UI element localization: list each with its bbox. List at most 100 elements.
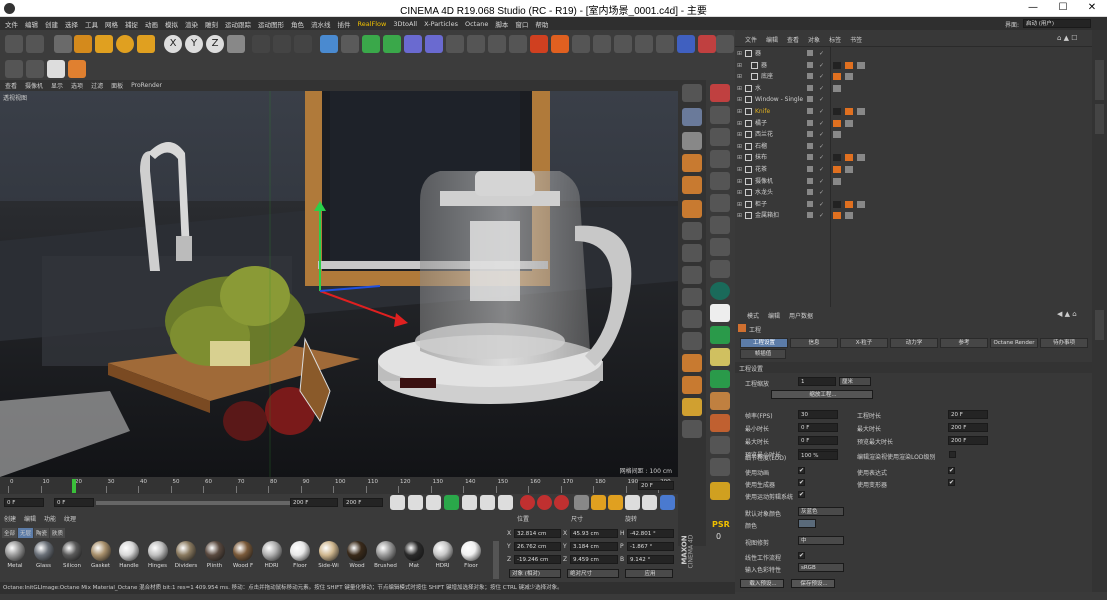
timeline-end-field[interactable]: 20 F — [638, 481, 674, 490]
menu-item[interactable]: 帮助 — [535, 19, 548, 29]
coord-rotation-field[interactable]: -42.801 ° — [627, 529, 674, 538]
enable-check-icon[interactable]: ✓ — [819, 141, 824, 152]
coord-position-field[interactable]: 32.814 cm — [514, 529, 561, 538]
go-to-start-icon[interactable] — [390, 495, 405, 510]
auto-key-icon[interactable] — [537, 495, 552, 510]
material-menu-item[interactable]: 功能 — [44, 514, 56, 523]
tool-e-icon[interactable] — [710, 194, 730, 212]
tool-f-icon[interactable] — [710, 216, 730, 234]
color-swatch[interactable] — [798, 519, 816, 528]
menu-item[interactable]: 选择 — [65, 19, 78, 29]
octane-render-icon[interactable] — [682, 84, 702, 102]
object-menu-item[interactable]: 编辑 — [766, 35, 778, 44]
object-tag-icon[interactable] — [845, 61, 853, 69]
sculpt-icon[interactable] — [682, 376, 702, 394]
project-scale-unit-select[interactable]: 厘米 — [839, 377, 871, 386]
floor-icon[interactable] — [425, 35, 443, 53]
key-scale-icon[interactable] — [591, 495, 606, 510]
coord-rotation-field[interactable]: -1.867 ° — [627, 542, 674, 551]
enable-check-icon[interactable]: ✓ — [819, 48, 824, 59]
viewport-menu-item[interactable]: ProRender — [131, 82, 162, 89]
visibility-dots-icon[interactable] — [807, 73, 813, 80]
object-row[interactable]: ⊞ 抹布 ✓ — [735, 152, 1092, 163]
object-tag-icon[interactable] — [845, 73, 853, 81]
menu-item[interactable]: 动画 — [145, 19, 158, 29]
coord-apply-button[interactable]: 应用 — [625, 569, 673, 578]
render-region-icon[interactable] — [710, 84, 730, 102]
enable-check-icon[interactable]: ✓ — [819, 94, 824, 105]
option-checkbox[interactable]: ✔ — [798, 491, 805, 498]
default-color-select[interactable]: 灰蓝色 — [798, 507, 844, 516]
menu-item[interactable]: 文件 — [5, 19, 18, 29]
viewport-menu-item[interactable]: 摄像机 — [25, 81, 43, 90]
object-row[interactable]: ⊞ 水龙头 ✓ — [735, 187, 1092, 198]
lod-render-checkbox[interactable] — [949, 451, 956, 458]
object-tag-icon[interactable] — [845, 154, 853, 162]
object-row[interactable]: ⊞ 西兰花 ✓ — [735, 129, 1092, 140]
menu-item[interactable]: 运动图形 — [258, 19, 284, 29]
side-tab-objects[interactable] — [1095, 60, 1104, 100]
subdivision-icon[interactable] — [362, 35, 380, 53]
expand-toggle-icon[interactable]: ⊞ — [737, 152, 742, 163]
cloth-icon[interactable] — [710, 436, 730, 454]
scale-project-button[interactable]: 缩放工程... — [771, 390, 873, 399]
material-swatch[interactable]: HDRI — [430, 541, 456, 574]
object-tag-icon[interactable] — [833, 108, 841, 115]
material-filter-tab[interactable]: 肤质 — [50, 528, 66, 538]
object-menu-item[interactable]: 查看 — [787, 35, 799, 44]
object-menu-item[interactable]: 书签 — [850, 35, 862, 44]
material-scrollbar[interactable] — [493, 541, 499, 579]
redo-icon[interactable] — [26, 35, 44, 53]
object-tag-icon[interactable] — [833, 131, 841, 139]
realflow-icon[interactable] — [677, 35, 695, 53]
enable-check-icon[interactable]: ✓ — [819, 118, 824, 129]
rotate-icon[interactable] — [116, 35, 134, 53]
hair-icon[interactable] — [682, 398, 702, 416]
enable-check-icon[interactable]: ✓ — [819, 129, 824, 140]
xp-emitter-icon[interactable] — [530, 35, 548, 53]
flower-icon[interactable] — [710, 348, 730, 366]
end-frame-field-a[interactable]: 200 F — [290, 498, 338, 507]
menu-item[interactable]: 插件 — [338, 19, 351, 29]
recent-tool-icon[interactable] — [137, 35, 155, 53]
viewport-menu-item[interactable]: 过滤 — [91, 81, 103, 90]
object-row[interactable]: ⊞ 器 ✓ — [735, 48, 1092, 59]
bend-icon[interactable] — [682, 200, 702, 218]
project-time-field[interactable]: 0 F — [798, 423, 838, 432]
tab-frame-interpolation[interactable]: 帧插值 — [740, 349, 786, 359]
lod-field[interactable]: 100 % — [798, 451, 838, 460]
menu-item[interactable]: 3DtoAll — [393, 20, 417, 28]
snap-icon[interactable] — [682, 266, 702, 284]
object-tag-icon[interactable] — [833, 61, 841, 69]
coord-size-field[interactable]: 45.93 cm — [570, 529, 618, 538]
timeline-menu-icon[interactable] — [660, 495, 675, 510]
record-icon[interactable] — [520, 495, 535, 510]
bevel-icon[interactable] — [682, 310, 702, 328]
expand-toggle-icon[interactable]: ⊞ — [737, 210, 742, 221]
enable-check-icon[interactable]: ✓ — [819, 106, 824, 117]
object-panel-icons[interactable]: ⌂ ▲ ☐ — [1057, 34, 1087, 43]
object-tag-icon[interactable] — [845, 212, 853, 220]
material-swatch[interactable]: Floor — [287, 541, 313, 574]
pen-icon[interactable] — [341, 35, 359, 53]
object-tag-icon[interactable] — [833, 177, 841, 185]
attribute-menu-item[interactable]: 用户数据 — [789, 311, 813, 320]
material-swatch[interactable]: Floor — [458, 541, 484, 574]
menu-item[interactable]: 编辑 — [25, 19, 38, 29]
dome-icon[interactable] — [710, 392, 730, 410]
key-position-icon[interactable] — [574, 495, 589, 510]
enable-check-icon[interactable]: ✓ — [819, 152, 824, 163]
material-swatch[interactable]: Plinth — [202, 541, 228, 574]
tool-b-icon[interactable] — [710, 128, 730, 146]
object-menu-item[interactable]: 对象 — [808, 35, 820, 44]
object-row[interactable]: ⊞ 花茶 ✓ — [735, 164, 1092, 175]
visibility-dots-icon[interactable] — [807, 131, 813, 138]
attribute-tab[interactable]: X-粒子 — [840, 338, 888, 348]
linear-workflow-checkbox[interactable]: ✔ — [798, 552, 805, 559]
expand-toggle-icon[interactable]: ⊞ — [737, 60, 742, 71]
attribute-tab[interactable]: 工程设置 — [740, 338, 788, 348]
project-time-field[interactable]: 200 F — [948, 436, 988, 445]
object-row[interactable]: ⊞ 底座 ✓ — [735, 71, 1092, 82]
cube-icon[interactable] — [320, 35, 338, 53]
object-row[interactable]: ⊞ 金属箱扣 ✓ — [735, 210, 1092, 221]
